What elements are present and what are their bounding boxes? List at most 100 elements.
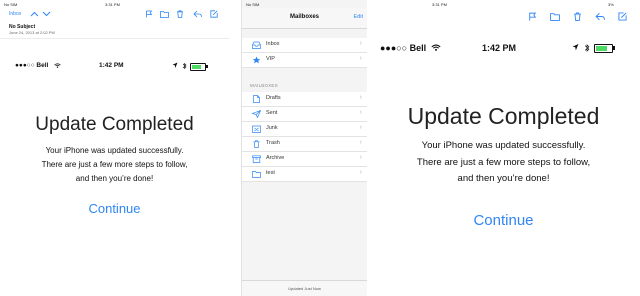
location-arrow-icon <box>572 44 579 51</box>
flag-button[interactable] <box>528 12 537 21</box>
bluetooth-icon <box>182 62 187 70</box>
move-to-folder-button[interactable] <box>160 10 169 18</box>
inbox-back-button[interactable]: Inbox <box>9 11 21 17</box>
chevron-right-icon: › <box>359 139 362 146</box>
star-icon <box>252 56 261 64</box>
update-line-3: and then you’re done! <box>75 174 154 183</box>
mailbox-item-vip[interactable]: VIP › <box>242 53 367 68</box>
trash-icon <box>177 10 183 18</box>
message-pane-right: 3:31 PM 3% ●●●○○ Bell 1:42 PM Update Com… <box>367 0 640 296</box>
updated-status: Updated Just Now <box>288 286 321 291</box>
mailbox-item-sent[interactable]: Sent › <box>242 107 367 122</box>
previous-message-button[interactable] <box>30 11 39 17</box>
compose-button[interactable] <box>618 12 627 21</box>
flag-button[interactable] <box>145 10 153 18</box>
mailboxes-header: Mailboxes Edit <box>242 8 367 29</box>
next-message-button[interactable] <box>42 11 51 17</box>
sent-icon <box>252 110 261 118</box>
chevron-right-icon: › <box>359 109 362 116</box>
mailboxes-pane: No SIM Mailboxes Edit Inbox › VIP › MAIL… <box>241 0 368 296</box>
chevron-right-icon: › <box>359 55 362 62</box>
update-line-3: and then you’re done! <box>457 173 550 184</box>
update-line-2: There are just a few more steps to follo… <box>41 160 188 169</box>
trash-button[interactable] <box>573 12 582 21</box>
update-line-1: Your iPhone was updated successfully. <box>421 140 586 151</box>
continue-button[interactable]: Continue <box>0 201 229 216</box>
chevron-up-icon <box>30 11 39 17</box>
mailbox-item-archive[interactable]: Archive › <box>242 152 367 167</box>
message-date: June 24, 2013 at 2:02 PM <box>9 30 55 35</box>
chevron-right-icon: › <box>359 169 362 176</box>
status-battery: 3% <box>608 2 614 7</box>
mailbox-item-trash[interactable]: Trash › <box>242 137 367 152</box>
inbox-icon <box>252 41 261 49</box>
wifi-icon <box>54 63 61 68</box>
message-pane-left: No SIM 3:31 PM Inbox No Subject June 24,… <box>0 0 229 296</box>
update-screenshot: ●●●○○ Bell 1:42 PM Update Completed Your… <box>0 58 229 296</box>
mailbox-label: Junk <box>266 125 278 131</box>
chevron-right-icon: › <box>359 154 362 161</box>
location-arrow-icon <box>172 62 178 68</box>
mailbox-label: Archive <box>266 155 285 161</box>
mailbox-label: Trash <box>266 140 280 146</box>
mailbox-item-junk[interactable]: Junk › <box>242 122 367 137</box>
status-time: 3:31 PM <box>432 2 447 7</box>
device-time: 1:42 PM <box>482 43 517 53</box>
compose-icon <box>618 12 627 21</box>
junk-icon <box>252 125 261 133</box>
flag-icon <box>146 10 153 18</box>
status-carrier: No SIM <box>246 2 260 7</box>
trash-icon <box>253 140 260 148</box>
archive-icon <box>252 155 261 163</box>
mailbox-label: test <box>266 170 275 176</box>
chevron-right-icon: › <box>359 124 362 131</box>
mailboxes-section-label: MAILBOXES <box>250 83 278 88</box>
reply-button[interactable] <box>193 10 202 18</box>
mailbox-label: Sent <box>266 110 278 116</box>
update-message: Your iPhone was updated successfully. Th… <box>0 144 229 186</box>
folder-icon <box>160 11 169 18</box>
compose-button[interactable] <box>210 10 218 18</box>
compose-icon <box>210 10 218 18</box>
continue-button[interactable]: Continue <box>367 212 640 229</box>
battery-icon <box>190 63 206 71</box>
mailbox-item-drafts[interactable]: Drafts › <box>242 92 367 107</box>
message-toolbar: Inbox <box>0 8 229 21</box>
device-carrier: ●●●○○ Bell <box>15 62 49 69</box>
chevron-right-icon: › <box>359 94 362 101</box>
trash-button[interactable] <box>176 10 184 18</box>
status-carrier: No SIM <box>4 2 18 7</box>
reply-icon <box>595 12 605 21</box>
battery-tip <box>613 46 615 50</box>
move-to-folder-button[interactable] <box>550 12 560 21</box>
folder-icon <box>550 13 560 21</box>
trash-icon <box>574 12 581 21</box>
update-line-2: There are just a few more steps to follo… <box>416 156 591 168</box>
wifi-icon <box>431 44 441 51</box>
battery-tip <box>206 65 208 68</box>
battery-icon <box>594 44 613 53</box>
reply-icon <box>193 10 202 18</box>
folder-icon <box>252 171 261 178</box>
reply-button[interactable] <box>595 12 605 21</box>
device-carrier: ●●●○○ Bell <box>380 43 427 53</box>
edit-button[interactable]: Edit <box>354 14 363 20</box>
update-message: Your iPhone was updated successfully. Th… <box>367 138 640 188</box>
mailbox-label: Drafts <box>266 95 281 101</box>
bluetooth-icon <box>584 44 590 52</box>
update-line-1: Your iPhone was updated successfully. <box>45 146 184 155</box>
mailbox-label: Inbox <box>266 41 280 47</box>
device-time: 1:42 PM <box>99 62 124 69</box>
mailbox-label: VIP <box>266 56 275 62</box>
flag-icon <box>529 12 537 21</box>
message-header: No Subject June 24, 2013 at 2:02 PM <box>0 22 229 39</box>
status-time: 3:31 PM <box>105 2 120 7</box>
mailbox-item-inbox[interactable]: Inbox › <box>242 38 367 53</box>
mailboxes-title: Mailboxes <box>289 14 319 20</box>
chevron-down-icon <box>42 11 51 17</box>
mailbox-item-test[interactable]: test › <box>242 167 367 182</box>
message-toolbar <box>367 8 640 24</box>
drafts-icon <box>253 95 260 103</box>
chevron-right-icon: › <box>359 40 362 47</box>
update-title: Update Completed <box>35 114 194 135</box>
